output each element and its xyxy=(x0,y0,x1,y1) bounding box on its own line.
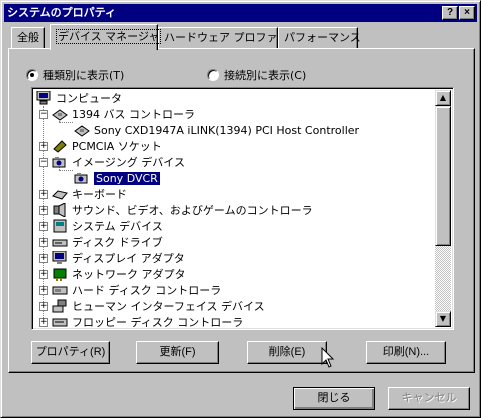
device-manager-panel: 種類別に表示(T) 接続別に表示(C) コンピュータ − 1394 バス コント… xyxy=(8,48,475,373)
tree-item-floppy-controllers[interactable]: フロッピー ディスク コントローラ xyxy=(52,314,243,327)
properties-button[interactable]: プロパティ(R) xyxy=(31,341,110,364)
tab-performance[interactable]: パフォーマンス xyxy=(278,27,361,48)
tree-item-sony-dvcr[interactable]: Sony DVCR xyxy=(74,170,160,186)
view-by-connection-option[interactable]: 接続別に表示(C) xyxy=(207,67,306,83)
scroll-down-button[interactable]: ▼ xyxy=(435,311,451,327)
scroll-up-button[interactable]: ▲ xyxy=(435,90,451,106)
device-tree[interactable]: コンピュータ − 1394 バス コントローラ Sony CXD1947A iL… xyxy=(31,87,454,330)
device-tree-list: コンピュータ − 1394 バス コントローラ Sony CXD1947A iL… xyxy=(34,90,437,327)
view-by-connection-label: 接続別に表示(C) xyxy=(224,69,307,82)
tree-item-sony-ilink-controller[interactable]: Sony CXD1947A iLINK(1394) PCI Host Contr… xyxy=(74,122,359,138)
expand-toggle[interactable]: + xyxy=(39,238,48,247)
computer-icon xyxy=(36,90,52,105)
expand-toggle[interactable]: + xyxy=(39,254,48,263)
tree-item-computer[interactable]: コンピュータ xyxy=(36,90,122,106)
tree-item-human-interface-devices[interactable]: ヒューマン インターフェイス デバイス xyxy=(52,298,265,314)
view-by-type-option[interactable]: 種類別に表示(T) xyxy=(26,67,124,83)
system-properties-window: システムのプロパティ ? × 全般 デバイス マネージャ ハードウェア プロファ… xyxy=(0,0,481,418)
tree-item-hard-disk-controllers[interactable]: ハード ディスク コントローラ xyxy=(52,282,221,298)
refresh-button[interactable]: 更新(F) xyxy=(136,341,219,364)
keyboard-icon xyxy=(52,187,68,201)
scroll-thumb[interactable] xyxy=(435,106,451,246)
view-by-type-label: 種類別に表示(T) xyxy=(43,69,125,82)
sound-icon xyxy=(52,202,68,218)
print-button[interactable]: 印刷(N)... xyxy=(366,341,446,364)
close-window-button[interactable]: × xyxy=(459,6,475,20)
tree-item-sound-video-game[interactable]: サウンド、ビデオ、およびゲームのコントローラ xyxy=(52,202,313,218)
window-title: システムのプロパティ xyxy=(7,6,117,19)
tree-item-keyboard[interactable]: キーボード xyxy=(52,186,127,202)
tree-vertical-scrollbar[interactable]: ▲ ▼ xyxy=(435,90,451,327)
hid-icon xyxy=(52,299,68,313)
expand-toggle[interactable]: + xyxy=(39,286,48,295)
tab-hardware-profiles[interactable]: ハードウェア プロファイル xyxy=(158,27,300,48)
tree-item-pcmcia-socket[interactable]: PCMCIA ソケット xyxy=(52,138,162,154)
collapse-toggle[interactable]: − xyxy=(39,158,48,167)
mouse-pointer-icon xyxy=(321,346,335,372)
expand-toggle[interactable]: + xyxy=(39,302,48,311)
expand-toggle[interactable]: + xyxy=(39,270,48,279)
tree-item-system-devices[interactable]: システム デバイス xyxy=(52,218,163,234)
help-button[interactable]: ? xyxy=(442,6,458,20)
camera-icon xyxy=(52,155,68,169)
disk-drive-icon xyxy=(52,235,68,249)
hdd-controller-icon xyxy=(52,283,68,297)
tree-item-disk-drives[interactable]: ディスク ドライブ xyxy=(52,234,163,250)
floppy-controller-icon xyxy=(52,315,68,327)
cancel-button[interactable]: キャンセル xyxy=(388,387,470,410)
tree-connector xyxy=(59,122,73,123)
system-device-icon xyxy=(52,219,68,233)
expand-toggle[interactable]: + xyxy=(39,206,48,215)
bus-controller-icon xyxy=(52,107,68,121)
tree-item-display-adapters[interactable]: ディスプレイ アダプタ xyxy=(52,250,185,266)
view-by-connection-radio[interactable] xyxy=(207,69,219,81)
display-adapter-icon xyxy=(52,250,68,265)
tree-item-1394-bus-controller[interactable]: 1394 バス コントローラ xyxy=(52,106,195,122)
title-bar[interactable]: システムのプロパティ ? × xyxy=(4,4,477,22)
remove-button[interactable]: 削除(E) xyxy=(247,341,327,364)
collapse-toggle[interactable]: − xyxy=(39,110,48,119)
expand-toggle[interactable]: + xyxy=(39,222,48,231)
view-by-type-radio[interactable] xyxy=(26,69,38,81)
pcmcia-icon xyxy=(52,139,68,153)
tab-device-manager[interactable]: デバイス マネージャ xyxy=(50,24,162,50)
camera-icon xyxy=(74,171,90,185)
tree-connector xyxy=(59,170,73,171)
expand-toggle[interactable]: + xyxy=(39,142,48,151)
tree-item-imaging-devices[interactable]: イメージング デバイス xyxy=(52,154,185,170)
tab-general[interactable]: 全般 xyxy=(11,27,45,48)
network-adapter-icon xyxy=(52,267,68,281)
expand-toggle[interactable]: + xyxy=(39,318,48,327)
tree-item-network-adapters[interactable]: ネットワーク アダプタ xyxy=(52,266,186,282)
bus-controller-icon xyxy=(74,123,90,137)
close-button[interactable]: 閉じる xyxy=(293,387,375,410)
expand-toggle[interactable]: + xyxy=(39,190,48,199)
